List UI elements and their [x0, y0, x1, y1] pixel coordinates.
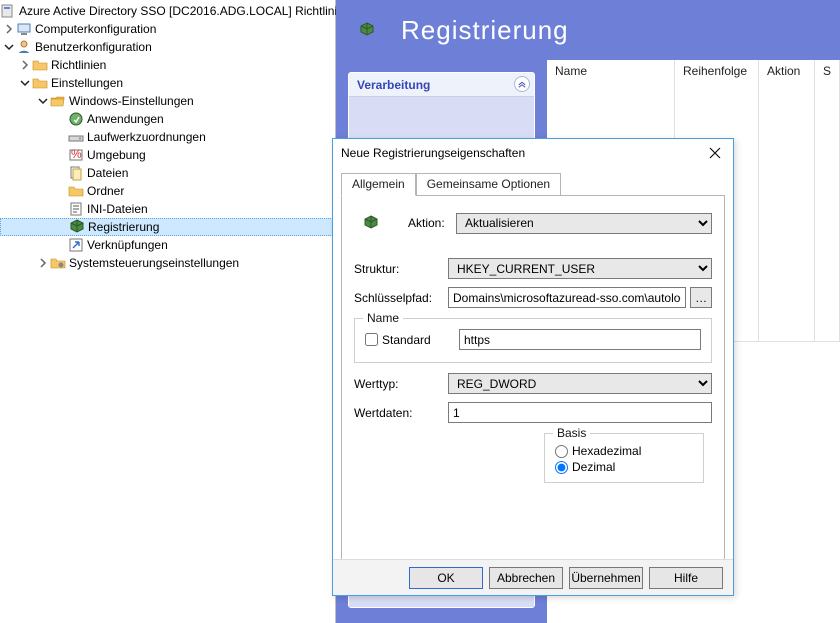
value-name-input[interactable] [459, 329, 701, 350]
label-value-type: Werttyp: [354, 377, 448, 391]
tree-label: Laufwerkzuordnungen [87, 128, 206, 146]
registry-icon [354, 206, 388, 240]
side-task-title: Verarbeitung [357, 78, 430, 92]
tree-label: Systemsteuerungseinstellungen [69, 254, 239, 272]
tree-root-label: Azure Active Directory SSO [DC2016.ADG.L… [19, 2, 344, 20]
tree-item-drivemaps[interactable]: Laufwerkzuordnungen [0, 128, 335, 146]
hive-select[interactable]: HKEY_CURRENT_USER [448, 258, 712, 279]
tree-pane: Azure Active Directory SSO [DC2016.ADG.L… [0, 0, 336, 623]
radio-text: Dezimal [572, 460, 615, 474]
registry-header-icon [350, 13, 384, 47]
label-value-data: Wertdaten: [354, 406, 448, 420]
tree-item-ini[interactable]: INI-Dateien [0, 200, 335, 218]
ini-icon [68, 201, 84, 217]
folder-icon [32, 75, 48, 91]
computer-icon [16, 21, 32, 37]
label-action: Aktion: [408, 216, 456, 230]
chevron-right-icon[interactable] [2, 22, 16, 36]
tree-label: Windows-Einstellungen [69, 92, 194, 110]
control-panel-icon [50, 255, 66, 271]
tree-root[interactable]: Azure Active Directory SSO [DC2016.ADG.L… [0, 2, 335, 20]
checkbox-text: Standard [382, 333, 431, 347]
tree-item-registry[interactable]: Registrierung [0, 218, 335, 236]
tabstrip: Allgemein Gemeinsame Optionen [341, 173, 725, 196]
radio-hex[interactable] [555, 445, 568, 458]
environment-icon: % [68, 147, 84, 163]
tree-label: Computerkonfiguration [35, 20, 156, 38]
close-button[interactable] [705, 143, 725, 163]
policy-icon [0, 3, 16, 19]
tree-user-config[interactable]: Benutzerkonfiguration [0, 38, 335, 56]
user-icon [16, 39, 32, 55]
page-title: Registrierung [401, 15, 569, 46]
help-button[interactable]: Hilfe [649, 567, 723, 589]
tree-label: Einstellungen [51, 74, 123, 92]
files-icon [68, 165, 84, 181]
folder-icon [32, 57, 48, 73]
cancel-button[interactable]: Abbrechen [489, 567, 563, 589]
value-data-input[interactable] [448, 402, 712, 423]
shortcut-icon [68, 237, 84, 253]
group-base-label: Basis [553, 426, 590, 440]
chevron-down-icon[interactable] [18, 76, 32, 90]
tree-computer-config[interactable]: Computerkonfiguration [0, 20, 335, 38]
radio-dec[interactable] [555, 461, 568, 474]
default-checkbox-label[interactable]: Standard [365, 333, 459, 347]
default-checkbox[interactable] [365, 333, 378, 346]
chevron-down-icon[interactable] [2, 40, 16, 54]
collapse-icon[interactable] [514, 76, 530, 92]
apply-button[interactable]: Übernehmen [569, 567, 643, 589]
tab-general[interactable]: Allgemein [341, 173, 416, 196]
group-name: Name Standard [354, 318, 712, 363]
radio-dec-label[interactable]: Dezimal [555, 460, 693, 474]
label-hive: Struktur: [354, 262, 448, 276]
page-header: Registrierung [336, 0, 840, 60]
chevron-down-icon[interactable] [36, 94, 50, 108]
ok-button[interactable]: OK [409, 567, 483, 589]
folder-icon [68, 183, 84, 199]
tree-label: Benutzerkonfiguration [35, 38, 152, 56]
drive-icon [68, 129, 84, 145]
tree-label: Anwendungen [87, 110, 164, 128]
dialog-title: Neue Registrierungseigenschaften [341, 146, 525, 160]
chevron-right-icon[interactable] [18, 58, 32, 72]
col-action[interactable]: Aktion [759, 60, 815, 341]
value-type-select[interactable]: REG_DWORD [448, 373, 712, 394]
tree-policies[interactable]: Richtlinien [0, 56, 335, 74]
dialog-button-row: OK Abbrechen Übernehmen Hilfe [333, 559, 733, 595]
chevron-right-icon[interactable] [36, 256, 50, 270]
tree-label: Umgebung [87, 146, 146, 164]
app-icon [68, 111, 84, 127]
label-keypath: Schlüsselpfad: [354, 291, 448, 305]
tree-label: Verknüpfungen [87, 236, 168, 254]
registry-icon [69, 219, 85, 235]
tree-label: INI-Dateien [87, 200, 148, 218]
action-select[interactable]: Aktualisieren [456, 213, 712, 234]
folder-open-icon [50, 93, 66, 109]
svg-text:%: % [71, 147, 82, 161]
tree-windows-settings[interactable]: Windows-Einstellungen [0, 92, 335, 110]
col-next[interactable]: S [815, 60, 840, 341]
tree-item-shortcuts[interactable]: Verknüpfungen [0, 236, 335, 254]
tree-item-environment[interactable]: % Umgebung [0, 146, 335, 164]
group-base: Basis Hexadezimal Dezimal [544, 433, 704, 483]
radio-hex-label[interactable]: Hexadezimal [555, 444, 693, 458]
tab-common-options[interactable]: Gemeinsame Optionen [416, 173, 561, 196]
radio-text: Hexadezimal [572, 444, 641, 458]
group-name-label: Name [363, 311, 403, 325]
tree-label: Registrierung [88, 218, 159, 236]
tabpage-general: Aktion: Aktualisieren Struktur: HKEY_CUR… [341, 195, 725, 561]
tree-item-files[interactable]: Dateien [0, 164, 335, 182]
tree-item-applications[interactable]: Anwendungen [0, 110, 335, 128]
tree-item-folders[interactable]: Ordner [0, 182, 335, 200]
dialog-titlebar[interactable]: Neue Registrierungseigenschaften [333, 139, 733, 167]
keypath-input[interactable] [448, 287, 686, 308]
tree-label: Richtlinien [51, 56, 106, 74]
tree-label: Dateien [87, 164, 128, 182]
tree-settings[interactable]: Einstellungen [0, 74, 335, 92]
browse-keypath-button[interactable]: … [690, 287, 712, 308]
tree-label: Ordner [87, 182, 124, 200]
tree-control-panel-settings[interactable]: Systemsteuerungseinstellungen [0, 254, 335, 272]
dialog-registry-properties: Neue Registrierungseigenschaften Allgeme… [332, 138, 734, 596]
